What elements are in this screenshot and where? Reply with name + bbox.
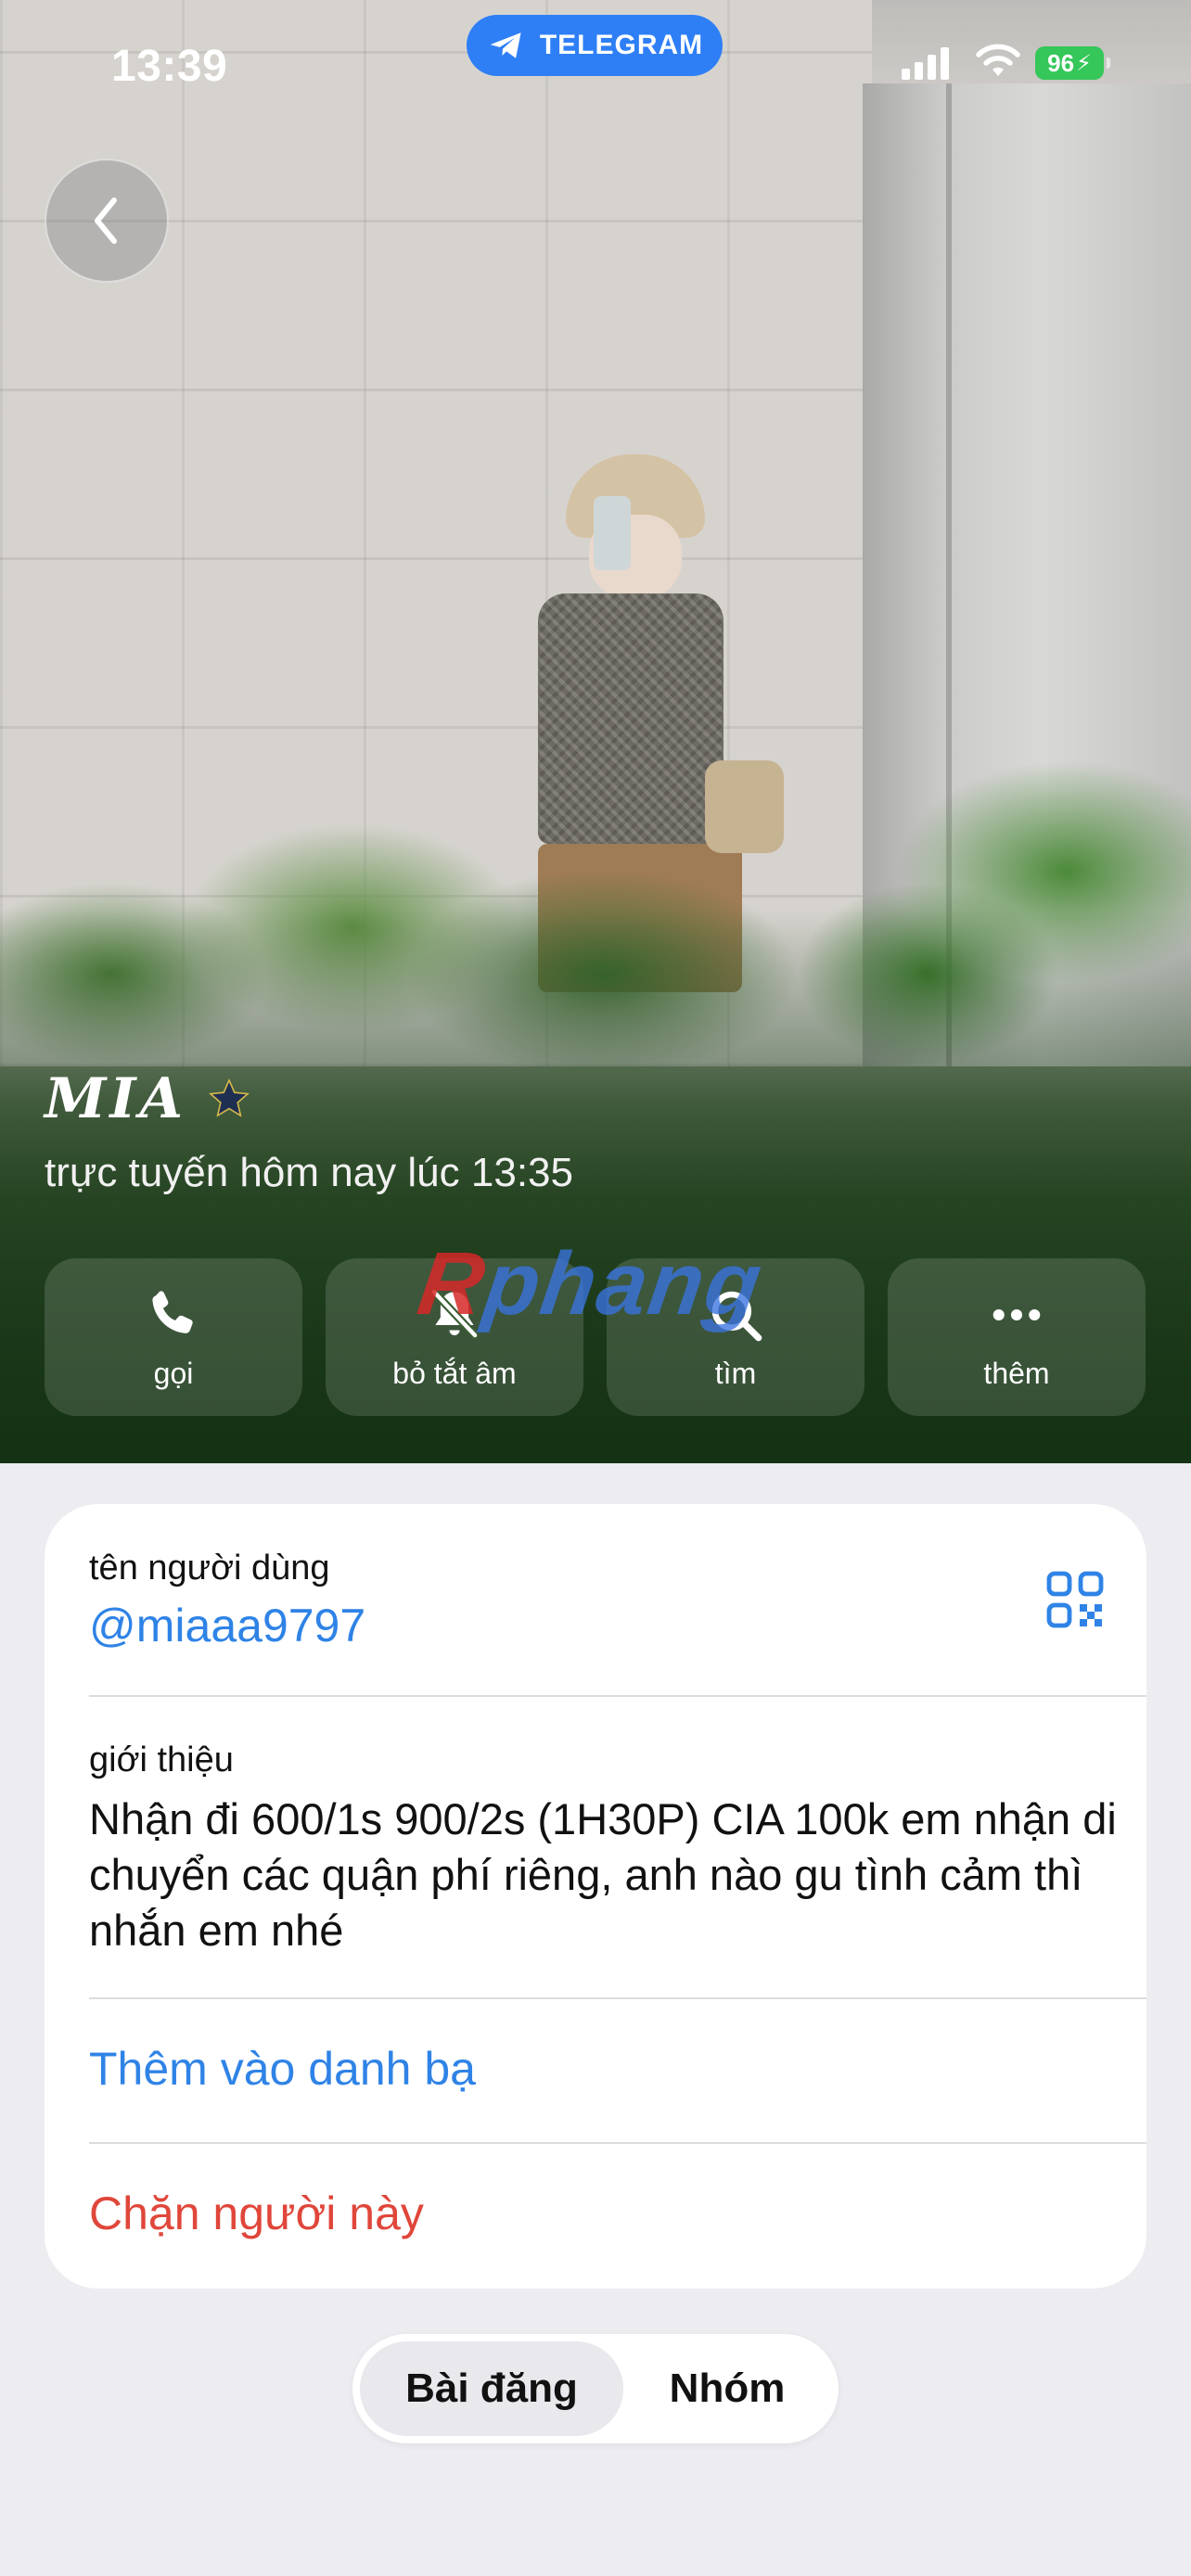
chevron-left-icon	[95, 198, 117, 244]
wifi-icon	[976, 44, 1020, 76]
telegram-pill[interactable]: TELEGRAM	[467, 15, 723, 76]
block-user-button[interactable]: Chặn người này	[89, 2187, 424, 2240]
status-time: 13:39	[111, 42, 228, 91]
divider	[89, 1997, 1146, 1999]
call-label: gọi	[153, 1356, 194, 1390]
qr-code-icon[interactable]	[1046, 1571, 1104, 1628]
bio-label: giới thiệu	[89, 1741, 234, 1779]
more-label: thêm	[983, 1356, 1050, 1390]
telegram-icon	[490, 32, 521, 58]
phone-icon	[152, 1290, 193, 1333]
divider	[89, 1695, 1146, 1697]
back-button[interactable]	[45, 159, 169, 283]
username-label: tên người dùng	[89, 1549, 330, 1588]
content-tabs: Bài đăng Nhóm	[352, 2334, 839, 2443]
bio-text: Nhận đi 600/1s 900/2s (1H30P) CIA 100k e…	[89, 1794, 1117, 1955]
battery-level: 96	[1047, 48, 1075, 77]
phone-in-hand	[594, 496, 631, 570]
profile-name: MIA	[45, 1066, 187, 1131]
watermark-logo: Rphang	[412, 1233, 769, 1335]
more-icon	[992, 1308, 1041, 1320]
profile-name-row: MIA	[45, 1066, 251, 1131]
charging-icon: ⚡	[1076, 50, 1092, 76]
username-link[interactable]: @miaaa9797	[89, 1599, 365, 1652]
unmute-label: bỏ tắt âm	[392, 1356, 517, 1390]
tab-groups[interactable]: Nhóm	[623, 2341, 831, 2436]
last-seen-status: trực tuyến hôm nay lúc 13:35	[45, 1150, 573, 1195]
divider	[89, 2142, 1146, 2144]
profile-info-card: tên người dùng @miaaa9797 giới thiệu Nhậ…	[45, 1504, 1146, 2289]
call-button[interactable]: gọi	[45, 1258, 302, 1416]
cellular-signal-icon	[902, 45, 949, 80]
tab-posts[interactable]: Bài đăng	[360, 2341, 623, 2436]
watermark-logo-rest: phang	[478, 1234, 769, 1333]
search-label: tìm	[714, 1356, 757, 1390]
star-badge-icon[interactable]	[207, 1077, 251, 1121]
battery-indicator: 96 ⚡	[1035, 46, 1110, 80]
more-button[interactable]: thêm	[888, 1258, 1146, 1416]
telegram-pill-label: TELEGRAM	[539, 30, 704, 60]
add-to-contacts-button[interactable]: Thêm vào danh bạ	[89, 2042, 476, 2096]
